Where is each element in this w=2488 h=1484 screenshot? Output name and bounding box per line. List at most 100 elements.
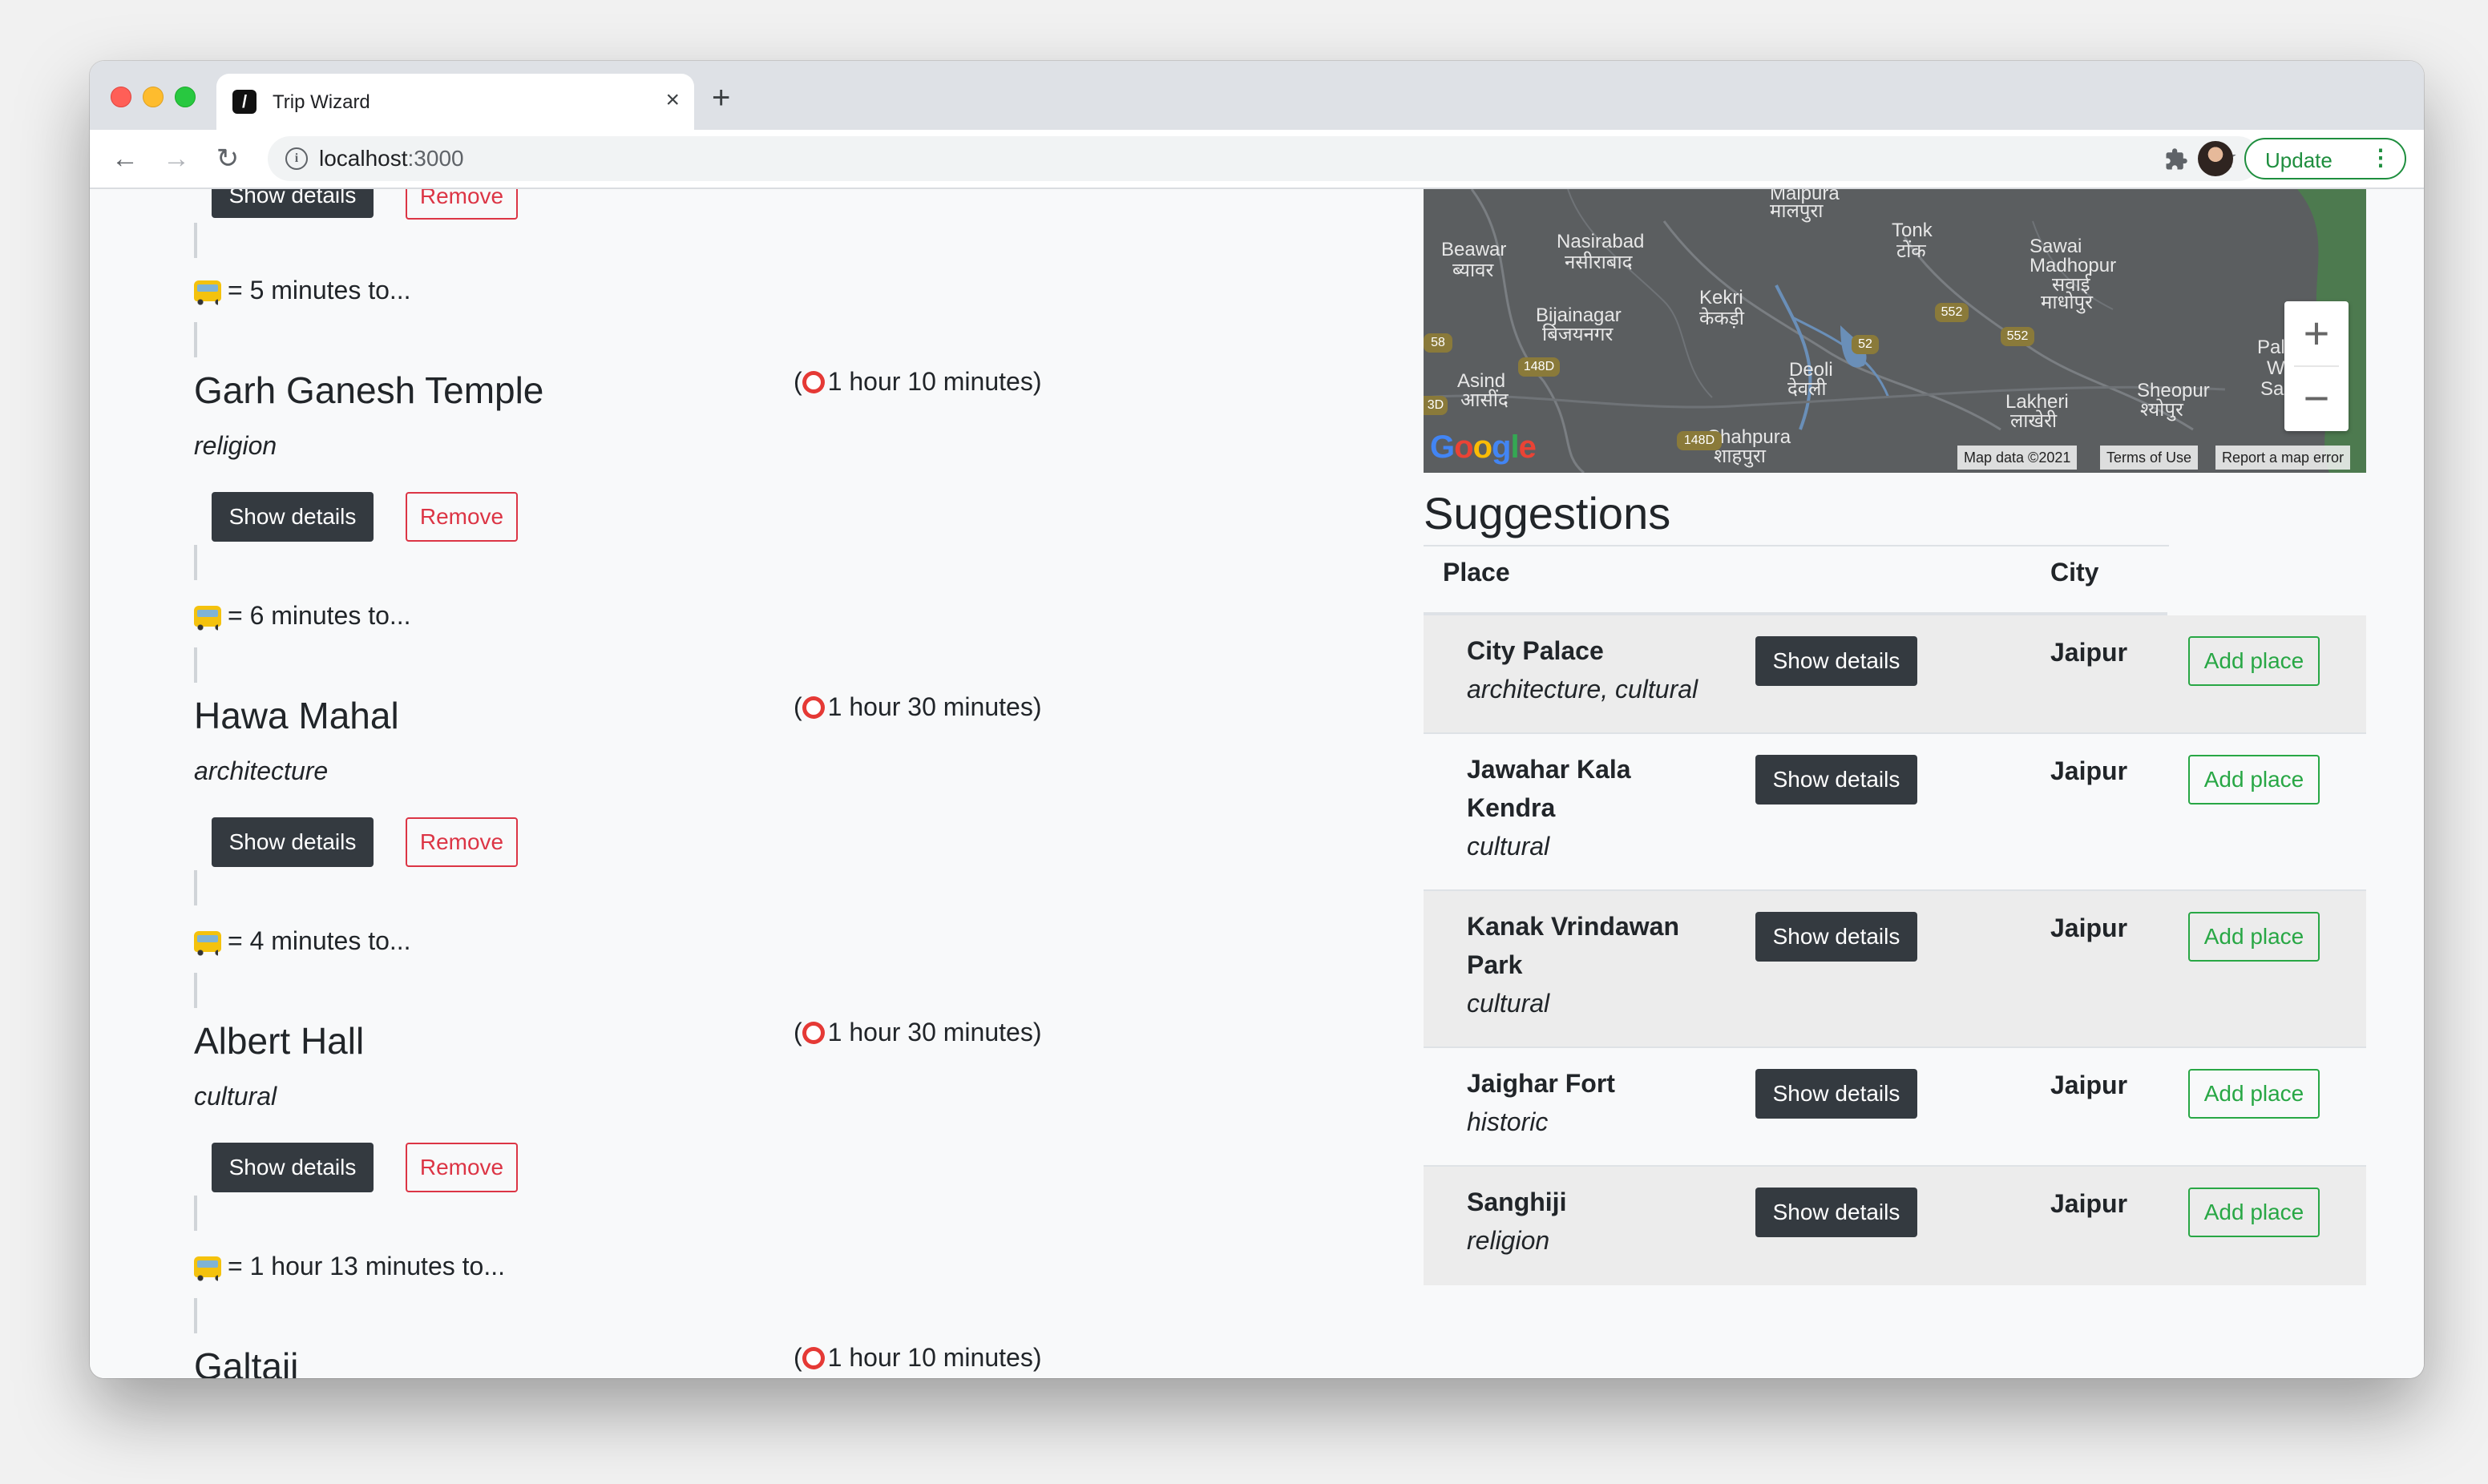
timeline-line	[194, 545, 197, 580]
column-header-city: City	[2050, 558, 2099, 587]
reload-icon[interactable]: ↻	[210, 141, 245, 176]
map-label: Tonk	[1892, 220, 1933, 241]
place-duration: (1 hour 30 minutes)	[794, 692, 1041, 722]
travel-time-text: = 1 hour 13 minutes to...	[228, 1252, 505, 1280]
map-label: श्योपुर	[2140, 399, 2183, 421]
road-shield: 148D	[1677, 431, 1722, 450]
update-label: Update	[2265, 148, 2332, 172]
heading-divider	[1424, 545, 2169, 546]
bus-icon	[194, 280, 221, 305]
site-info-icon[interactable]: i	[285, 147, 308, 170]
map-label: नसीराबाद	[1565, 252, 1633, 273]
show-details-button[interactable]: Show details	[1755, 1069, 1917, 1119]
extensions-icon[interactable]	[2164, 147, 2188, 171]
new-tab-icon[interactable]: +	[712, 82, 730, 114]
maximize-window-button[interactable]	[175, 87, 196, 107]
suggestion-city: Jaipur	[2050, 1071, 2128, 1099]
road-shield: 58	[1424, 333, 1452, 353]
add-place-button[interactable]: Add place	[2188, 912, 2320, 962]
suggestion-name-line2: Park	[1467, 950, 1523, 979]
suggestion-name: Jawahar Kala	[1467, 755, 1631, 784]
map-label: Asind	[1457, 370, 1506, 392]
update-button[interactable]: Update ⋮	[2244, 138, 2406, 179]
duration-paren: (	[794, 1343, 802, 1372]
suggestion-category: architecture, cultural	[1467, 675, 1698, 704]
bus-icon	[194, 606, 221, 631]
suggestion-city: Jaipur	[2050, 756, 2128, 785]
suggestion-category: cultural	[1467, 989, 1550, 1018]
show-details-button[interactable]: Show details	[1755, 755, 1917, 805]
remove-button[interactable]: Remove	[406, 1143, 518, 1192]
road-shield: 3D	[1424, 396, 1448, 415]
suggestion-city: Jaipur	[2050, 1189, 2128, 1218]
alarm-clock-icon	[802, 371, 825, 393]
suggestion-name: City Palace	[1467, 636, 1604, 665]
travel-time: = 1 hour 13 minutes to...	[194, 1252, 505, 1281]
add-place-button[interactable]: Add place	[2188, 755, 2320, 805]
timeline-line	[194, 223, 197, 258]
minimize-window-button[interactable]	[143, 87, 164, 107]
show-details-button[interactable]: Show details	[1755, 636, 1917, 686]
terms-of-use-link[interactable]: Terms of Use	[2100, 446, 2199, 470]
show-details-button[interactable]: Show details	[212, 817, 374, 867]
map-label: शाहपुरा	[1714, 446, 1766, 467]
duration-text: 1 hour 10 minutes)	[827, 367, 1042, 396]
zoom-in-button[interactable]: +	[2284, 301, 2349, 365]
table-row: Sanghiji religion Show details Jaipur Ad…	[1424, 1167, 2366, 1285]
show-details-button[interactable]: Show details	[212, 189, 374, 218]
map-label: केकड़ी	[1699, 308, 1744, 329]
remove-button[interactable]: Remove	[406, 817, 518, 867]
show-details-button[interactable]: Show details	[212, 492, 374, 542]
remove-button[interactable]: Remove	[406, 492, 518, 542]
suggestion-name: Sanghiji	[1467, 1188, 1567, 1216]
travel-time-text: = 4 minutes to...	[228, 926, 411, 955]
favicon-icon: /	[232, 90, 256, 114]
more-menu-icon[interactable]: ⋮	[2369, 146, 2392, 170]
timeline-line	[194, 1298, 197, 1333]
address-bar[interactable]: i localhost:3000 ☆	[268, 136, 2260, 181]
google-logo: Google	[1430, 429, 1537, 465]
travel-time: = 4 minutes to...	[194, 926, 411, 956]
map-label: Madhopur	[2030, 255, 2117, 276]
add-place-button[interactable]: Add place	[2188, 636, 2320, 686]
map-label: आसींद	[1460, 389, 1509, 411]
map-label: बिजयनगर	[1542, 324, 1614, 345]
map-data-credit: Map data ©2021	[1957, 446, 2078, 470]
table-row: City Palace architecture, cultural Show …	[1424, 615, 2366, 734]
alarm-clock-icon	[802, 1022, 825, 1044]
tab-strip: / Trip Wizard × +	[90, 61, 2424, 130]
road-shield: 148D	[1518, 357, 1560, 377]
map-label: Beawar	[1441, 239, 1507, 260]
place-duration: (1 hour 10 minutes)	[794, 1343, 1041, 1373]
suggestions-heading: Suggestions	[1424, 488, 1671, 538]
map-label: Sheopur	[2137, 380, 2210, 401]
map-label: Bijainagar	[1536, 304, 1622, 326]
table-row: Jawahar Kala Kendra cultural Show detail…	[1424, 734, 2366, 891]
show-details-button[interactable]: Show details	[212, 1143, 374, 1192]
remove-button[interactable]: Remove	[406, 189, 518, 220]
alarm-clock-icon	[802, 1347, 825, 1369]
travel-time: = 6 minutes to...	[194, 601, 411, 631]
place-title: Galtaji	[194, 1345, 299, 1378]
url-host: localhost	[319, 146, 408, 171]
close-window-button[interactable]	[111, 87, 131, 107]
back-icon[interactable]: ←	[107, 141, 143, 176]
place-category: cultural	[194, 1082, 277, 1111]
zoom-out-button[interactable]: −	[2284, 367, 2349, 431]
map-view[interactable]: Beawar ब्यावर Nasirabad नसीराबाद Tonk टो…	[1424, 189, 2366, 473]
report-map-error-link[interactable]: Report a map error	[2215, 446, 2351, 470]
show-details-button[interactable]: Show details	[1755, 1188, 1917, 1237]
add-place-button[interactable]: Add place	[2188, 1069, 2320, 1119]
tab-close-icon[interactable]: ×	[665, 87, 680, 114]
browser-window: / Trip Wizard × + ← → ↻ i localhost:3000…	[90, 61, 2424, 1378]
forward-icon[interactable]: →	[159, 141, 194, 176]
tab-trip-wizard[interactable]: / Trip Wizard ×	[216, 74, 694, 130]
map-label: Lakheri	[2005, 391, 2069, 413]
show-details-button[interactable]: Show details	[1755, 912, 1917, 962]
profile-avatar[interactable]	[2198, 141, 2233, 176]
map-label: मालपुरा	[1770, 200, 1824, 222]
duration-text: 1 hour 30 minutes)	[827, 692, 1042, 721]
place-category: religion	[194, 431, 277, 460]
map-label: टोंक	[1896, 240, 1926, 262]
add-place-button[interactable]: Add place	[2188, 1188, 2320, 1237]
